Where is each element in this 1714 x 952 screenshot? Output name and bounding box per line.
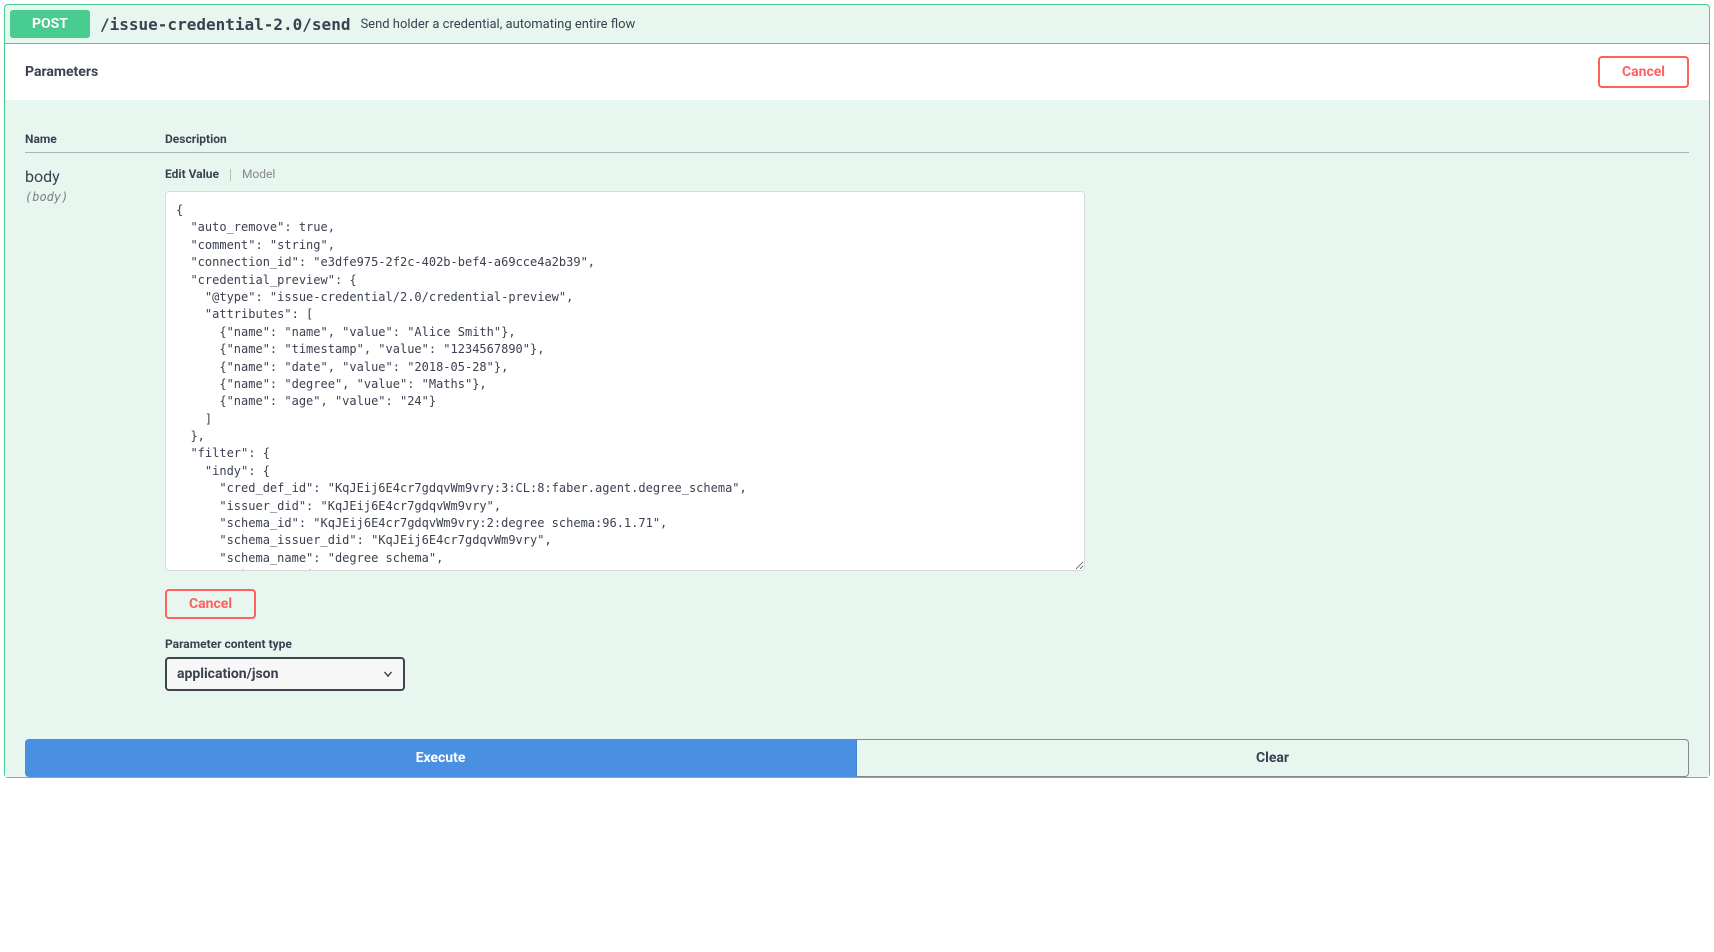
- tab-separator: [230, 169, 231, 181]
- table-row: body (body) Edit Value Model Canc: [25, 153, 1689, 702]
- parameters-title: Parameters: [25, 64, 98, 80]
- content-type-select-wrap: application/json: [165, 657, 405, 691]
- actions-row: Execute Clear: [5, 721, 1709, 777]
- param-name: body: [25, 167, 165, 186]
- col-header-name: Name: [25, 120, 165, 153]
- endpoint-path: /issue-credential-2.0/send: [90, 15, 360, 34]
- endpoint-description: Send holder a credential, automating ent…: [360, 17, 1704, 32]
- body-tabs: Edit Value Model: [165, 167, 1689, 181]
- try-it-out-cancel-button[interactable]: Cancel: [1598, 56, 1689, 88]
- operation-summary[interactable]: POST /issue-credential-2.0/send Send hol…: [5, 5, 1709, 44]
- operation-block: POST /issue-credential-2.0/send Send hol…: [4, 4, 1710, 778]
- param-in: (body): [25, 190, 165, 204]
- tab-edit-value[interactable]: Edit Value: [165, 167, 219, 181]
- content-type-select[interactable]: application/json: [165, 657, 405, 691]
- tab-model[interactable]: Model: [242, 167, 275, 181]
- parameters-table: Name Description body (body) Edit Value: [25, 120, 1689, 701]
- parameters-section: Name Description body (body) Edit Value: [5, 100, 1709, 721]
- body-cancel-button[interactable]: Cancel: [165, 589, 256, 619]
- body-textarea[interactable]: [165, 191, 1085, 571]
- parameters-header: Parameters Cancel: [5, 44, 1709, 100]
- col-header-description: Description: [165, 120, 1689, 153]
- operation-body: Parameters Cancel Name Description body …: [5, 44, 1709, 777]
- http-method-badge: POST: [10, 10, 90, 38]
- clear-button[interactable]: Clear: [857, 739, 1689, 777]
- content-type-label: Parameter content type: [165, 637, 1689, 651]
- execute-button[interactable]: Execute: [25, 739, 857, 777]
